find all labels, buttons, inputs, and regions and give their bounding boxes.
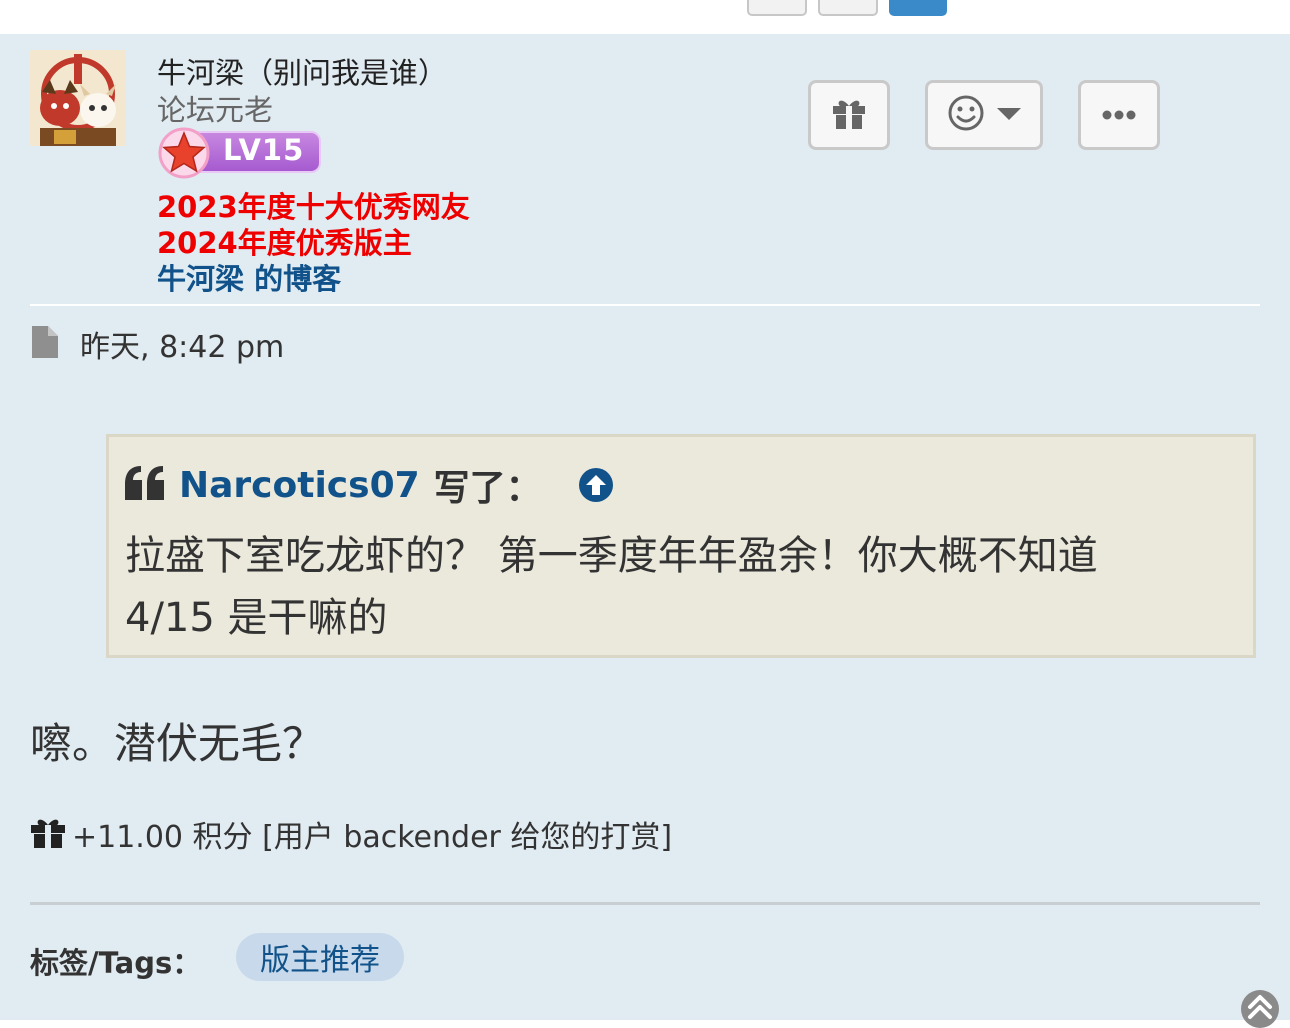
quote-icon	[125, 466, 165, 504]
gift-button[interactable]	[808, 80, 890, 150]
level-badge: LV15	[157, 127, 321, 179]
post-timestamp: 昨天, 8:42 pm	[30, 324, 285, 365]
level-text: LV15	[223, 133, 305, 167]
avatar[interactable]	[30, 50, 126, 146]
post-content: 嚓。潜伏无毛？	[30, 719, 325, 768]
username[interactable]: 牛河梁（别问我是谁）	[157, 50, 447, 92]
quote-wrote-label: 写了：	[433, 468, 542, 509]
quote-text-line: 4/15 是干嘛的	[125, 595, 388, 641]
file-icon[interactable]	[30, 326, 58, 362]
divider	[30, 304, 1260, 306]
toolbar-button[interactable]	[747, 0, 807, 16]
quote-text-line: 拉盛下室吃龙虾的？ 第一季度年年盈余！你大概不知道	[125, 533, 1098, 579]
gift-icon	[30, 816, 66, 852]
reaction-button[interactable]	[925, 80, 1043, 150]
reward-text: +11.00 积分 [用户 backender 给您的打赏]	[72, 820, 673, 855]
chevron-down-icon	[996, 106, 1022, 125]
reward-line: +11.00 积分 [用户 backender 给您的打赏]	[30, 814, 673, 855]
quote-author-link[interactable]: Narcotics07	[179, 465, 420, 506]
quote-block: Narcotics07 写了： 拉盛下室吃龙虾的？ 第一季度年年盈余！你大概不知…	[106, 434, 1256, 658]
post-container: 牛河梁（别问我是谁） 论坛元老 LV15 2023年度十大优秀网友 2024年度…	[0, 34, 1290, 1028]
arrow-up-circle-icon[interactable]	[578, 467, 614, 503]
gift-icon	[831, 96, 867, 134]
divider	[30, 902, 1260, 905]
quote-header: Narcotics07 写了：	[125, 463, 614, 509]
user-rank: 论坛元老	[157, 93, 274, 127]
top-toolbar	[0, 0, 1290, 34]
more-button[interactable]	[1078, 80, 1160, 150]
tag-pill[interactable]: 版主推荐	[236, 933, 404, 981]
toolbar-primary-button[interactable]	[889, 0, 947, 16]
more-icon	[1101, 106, 1137, 125]
timestamp-text: 昨天, 8:42 pm	[80, 330, 285, 365]
blog-link[interactable]: 牛河梁 的博客	[157, 256, 341, 298]
tags-label: 标签/Tags：	[30, 946, 202, 980]
back-to-top-button[interactable]	[1241, 990, 1279, 1028]
star-icon	[157, 127, 213, 179]
smiley-icon	[946, 93, 986, 137]
toolbar-button[interactable]	[818, 0, 878, 16]
tag-text: 版主推荐	[260, 943, 380, 978]
